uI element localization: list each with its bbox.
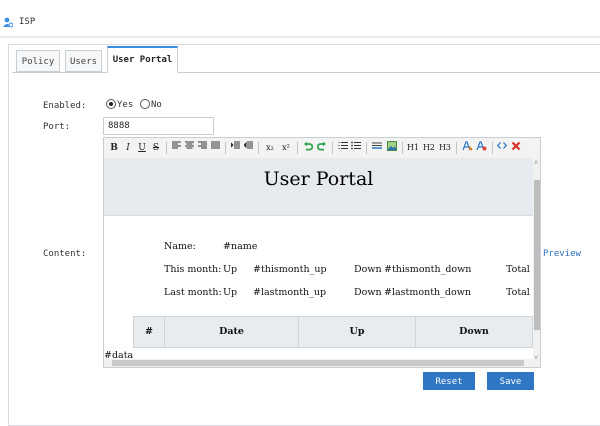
table-header-up: Up xyxy=(299,317,416,347)
enabled-no-radio[interactable] xyxy=(140,99,150,109)
numbered-list-icon[interactable] xyxy=(337,141,348,155)
indent-icon[interactable] xyxy=(230,141,241,155)
radio-selected-dot xyxy=(109,102,113,106)
scroll-down-icon[interactable]: ˅ xyxy=(534,354,538,363)
port-label: Port: xyxy=(43,122,71,132)
align-left-icon[interactable] xyxy=(171,141,182,155)
horizontal-rule-icon[interactable] xyxy=(371,141,383,155)
enabled-no-label[interactable]: No xyxy=(151,100,162,110)
bold-button[interactable]: B xyxy=(108,141,120,155)
last-month-label: Last month: xyxy=(164,287,222,298)
italic-button[interactable]: I xyxy=(122,141,134,155)
toolbar-separator xyxy=(402,142,403,154)
enabled-label: Enabled: xyxy=(43,101,87,111)
reset-button[interactable]: Reset xyxy=(423,372,475,390)
heading2-button[interactable]: H2 xyxy=(422,141,436,155)
bullet-list-icon[interactable] xyxy=(350,141,361,155)
this-month-total-label: Total xyxy=(506,264,530,275)
toolbar-separator xyxy=(258,142,259,154)
strikethrough-button[interactable]: S xyxy=(150,141,162,155)
table-header-down: Down xyxy=(459,326,489,337)
superscript-button[interactable]: x² xyxy=(279,141,293,155)
align-center-icon[interactable] xyxy=(184,141,195,155)
isp-icon xyxy=(3,17,14,28)
this-month-up-label: Up xyxy=(223,264,238,275)
this-month-up-value: #thismonth_up xyxy=(253,264,327,275)
vertical-scroll-thumb[interactable] xyxy=(534,180,540,330)
port-input[interactable] xyxy=(103,117,214,135)
name-label: Name: xyxy=(164,241,196,252)
table-header-number: # xyxy=(134,317,165,347)
image-icon[interactable] xyxy=(386,141,398,155)
font-color-icon[interactable] xyxy=(461,141,473,155)
background-color-icon[interactable] xyxy=(475,141,487,155)
toolbar-separator xyxy=(332,142,333,154)
content-label: Content: xyxy=(43,249,87,259)
underline-button[interactable]: U xyxy=(136,141,148,155)
toolbar-separator xyxy=(492,142,493,154)
this-month-down-label: Down xyxy=(354,264,382,275)
scroll-up-icon[interactable]: ˄ xyxy=(534,159,538,168)
subscript-button[interactable]: x₂ xyxy=(263,141,277,155)
last-month-down-value: #lastmonth_down xyxy=(384,287,471,298)
heading3-button[interactable]: H3 xyxy=(438,141,452,155)
document-header: User Portal xyxy=(104,158,533,216)
usage-table: # Date Up Down xyxy=(133,316,533,348)
toolbar-separator xyxy=(225,142,226,154)
source-code-icon[interactable] xyxy=(496,141,508,155)
enabled-yes-radio[interactable] xyxy=(106,99,116,109)
tabs-divider xyxy=(12,72,600,73)
enabled-yes-label[interactable]: Yes xyxy=(117,100,133,110)
vertical-scrollbar[interactable]: ˄ ˅ xyxy=(533,158,540,367)
align-right-icon[interactable] xyxy=(197,141,208,155)
toolbar-separator xyxy=(456,142,457,154)
horizontal-scrollbar[interactable] xyxy=(104,359,533,367)
redo-icon[interactable] xyxy=(316,141,328,155)
this-month-down-value: #thismonth_down xyxy=(384,264,472,275)
document-title: User Portal xyxy=(263,168,374,190)
last-month-up-value: #lastmonth_up xyxy=(253,287,327,298)
last-month-up-label: Up xyxy=(223,287,238,298)
name-value: #name xyxy=(223,241,258,252)
undo-icon[interactable] xyxy=(302,141,314,155)
this-month-label: This month: xyxy=(164,264,222,275)
toolbar-separator xyxy=(166,142,167,154)
table-header-date: Date xyxy=(165,317,299,347)
tab-policy[interactable]: Policy xyxy=(16,50,60,72)
title-divider xyxy=(0,36,600,38)
tab-user-portal[interactable]: User Portal xyxy=(107,46,178,73)
content-editor[interactable]: B I U S x₂ x² H1 H2 H3 User Portal Name:… xyxy=(103,137,541,368)
toolbar-separator xyxy=(297,142,298,154)
toolbar-separator xyxy=(366,142,367,154)
tab-users[interactable]: Users xyxy=(65,50,102,72)
editor-document[interactable]: User Portal Name: #name This month: Up #… xyxy=(104,158,533,367)
horizontal-scroll-thumb[interactable] xyxy=(112,360,524,366)
delete-icon[interactable] xyxy=(510,141,522,155)
title-bar: ISP xyxy=(0,0,600,36)
window-title: ISP xyxy=(19,17,36,27)
last-month-down-label: Down xyxy=(354,287,382,298)
preview-link[interactable]: Preview xyxy=(543,249,581,259)
heading1-button[interactable]: H1 xyxy=(406,141,420,155)
last-month-total-label: Total xyxy=(506,287,530,298)
editor-toolbar: B I U S x₂ x² H1 H2 H3 xyxy=(104,138,540,159)
align-justify-icon[interactable] xyxy=(210,141,221,155)
outdent-icon[interactable] xyxy=(243,141,254,155)
save-button[interactable]: Save xyxy=(487,372,534,390)
